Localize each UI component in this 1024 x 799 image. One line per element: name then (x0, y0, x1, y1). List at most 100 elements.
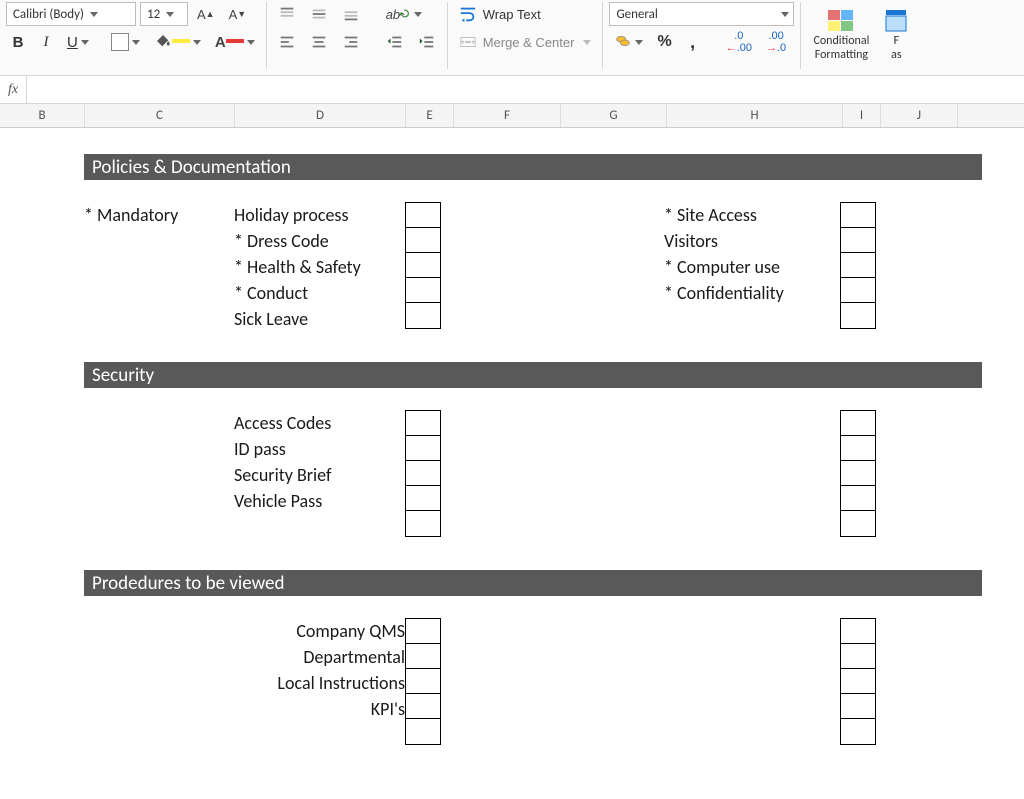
font-size-combo[interactable]: 12 (140, 2, 188, 26)
increase-font-button[interactable]: A▲ (192, 2, 220, 26)
section-title: Policies & Documentation (92, 156, 291, 179)
section-body-policies: * Mandatory Holiday process * Dress Code… (84, 202, 982, 332)
section-body-procedures: Company QMS Departmental Local Instructi… (84, 618, 982, 748)
font-color-indicator (226, 39, 244, 43)
list-item[interactable]: Security Brief (234, 462, 405, 488)
col-header[interactable]: C (85, 104, 235, 127)
checkbox-column[interactable] (840, 410, 876, 537)
format-as-label: F as (891, 35, 901, 61)
col-header[interactable]: G (561, 104, 667, 127)
list-item[interactable]: Holiday process (234, 202, 405, 228)
merge-center-button[interactable]: Merge & Center (454, 30, 597, 54)
list-item[interactable]: Sick Leave (234, 306, 405, 332)
conditional-formatting-label: Conditional Formatting (813, 35, 869, 61)
percent-button[interactable]: % (652, 30, 676, 54)
section-header-security[interactable]: Security (84, 362, 982, 388)
list-item[interactable]: * Dress Code (234, 228, 405, 254)
decrease-font-button[interactable]: A▼ (224, 2, 252, 26)
italic-button[interactable]: I (34, 30, 58, 54)
font-size-value: 12 (147, 7, 160, 22)
conditional-formatting-icon (827, 9, 855, 33)
conditional-formatting-button[interactable]: Conditional Formatting (807, 7, 875, 63)
section-header-policies[interactable]: Policies & Documentation (84, 154, 982, 180)
list-item[interactable]: Company QMS (234, 618, 405, 644)
list-item[interactable]: Visitors (664, 228, 840, 254)
increase-indent-button[interactable] (413, 30, 441, 54)
align-center-button[interactable] (305, 30, 333, 54)
wrap-text-icon (459, 5, 477, 23)
chevron-down-icon (132, 40, 140, 45)
number-group: General % , .0←.00 .00→.0 (603, 2, 801, 69)
list-item[interactable]: * Confidentiality (664, 280, 840, 306)
align-bottom-button[interactable] (337, 2, 365, 26)
orientation-button[interactable]: ab↻ (381, 2, 427, 26)
section-header-procedures[interactable]: Prodedures to be viewed (84, 570, 982, 596)
column-headers: B C D E F G H I J (0, 104, 1024, 128)
alignment-group: ab↻ (267, 2, 448, 69)
section-title: Security (92, 364, 154, 387)
decrease-decimal-button[interactable]: .00→.0 (761, 30, 791, 54)
accounting-format-button[interactable] (609, 30, 648, 54)
number-format-value: General (616, 7, 657, 22)
align-left-button[interactable] (273, 30, 301, 54)
merge-center-label: Merge & Center (483, 35, 575, 50)
sheet-area[interactable]: Policies & Documentation * Mandatory Hol… (0, 128, 1024, 748)
font-name-value: Calibri (Body) (13, 7, 84, 22)
wrap-text-label: Wrap Text (483, 7, 541, 22)
col-header[interactable]: I (843, 104, 881, 127)
col-header[interactable]: B (0, 104, 85, 127)
font-name-combo[interactable]: Calibri (Body) (6, 2, 136, 26)
list-item[interactable]: * Health & Safety (234, 254, 405, 280)
increase-decimal-button[interactable]: .0←.00 (721, 30, 757, 54)
list-item[interactable]: Vehicle Pass (234, 488, 405, 514)
chevron-down-icon (247, 40, 255, 45)
section-body-security: Access Codes ID pass Security Brief Vehi… (84, 410, 982, 540)
checkbox-column[interactable] (840, 618, 876, 745)
col-header[interactable]: D (235, 104, 406, 127)
col-header[interactable]: J (881, 104, 958, 127)
font-color-button[interactable]: A (210, 30, 260, 54)
section-title: Prodedures to be viewed (92, 572, 285, 595)
bold-button[interactable]: B (6, 30, 30, 54)
chevron-down-icon (193, 40, 201, 45)
col-header[interactable]: E (406, 104, 454, 127)
list-item[interactable] (664, 306, 840, 332)
formula-input[interactable] (26, 76, 1024, 103)
checkbox-column[interactable] (840, 202, 876, 329)
fill-color-indicator (172, 39, 190, 43)
list-item[interactable]: KPI's (234, 696, 405, 722)
list-item[interactable]: Access Codes (234, 410, 405, 436)
checkbox-column[interactable] (405, 202, 441, 329)
list-item[interactable]: Local Instructions (234, 670, 405, 696)
formula-bar: fx (0, 76, 1024, 104)
chevron-down-icon (414, 12, 422, 17)
underline-button[interactable]: U (62, 30, 94, 54)
mandatory-label[interactable]: * Mandatory (84, 202, 234, 228)
list-item[interactable]: Departmental (234, 644, 405, 670)
align-middle-button[interactable] (305, 2, 333, 26)
align-right-button[interactable] (337, 30, 365, 54)
checkbox-column[interactable] (405, 618, 441, 745)
decrease-indent-button[interactable] (381, 30, 409, 54)
chevron-down-icon (81, 40, 89, 45)
list-item[interactable] (234, 722, 405, 748)
list-item[interactable]: * Computer use (664, 254, 840, 280)
checkbox-column[interactable] (405, 410, 441, 537)
list-item[interactable]: ID pass (234, 436, 405, 462)
list-item[interactable]: * Conduct (234, 280, 405, 306)
format-as-table-button[interactable]: F as (879, 7, 913, 63)
paint-bucket-icon (154, 32, 172, 53)
chevron-down-icon (781, 12, 789, 17)
col-header[interactable]: H (667, 104, 843, 127)
decrease-decimal-icon: .00→.0 (766, 30, 786, 54)
wrap-text-button[interactable]: Wrap Text (454, 2, 546, 26)
comma-button[interactable]: , (681, 30, 705, 54)
align-top-button[interactable] (273, 2, 301, 26)
fill-color-button[interactable] (149, 30, 206, 54)
list-item[interactable]: * Site Access (664, 202, 840, 228)
number-format-combo[interactable]: General (609, 2, 794, 26)
list-item[interactable] (234, 514, 405, 540)
col-header[interactable]: F (454, 104, 561, 127)
borders-button[interactable] (106, 30, 145, 54)
fx-icon[interactable]: fx (8, 82, 26, 98)
